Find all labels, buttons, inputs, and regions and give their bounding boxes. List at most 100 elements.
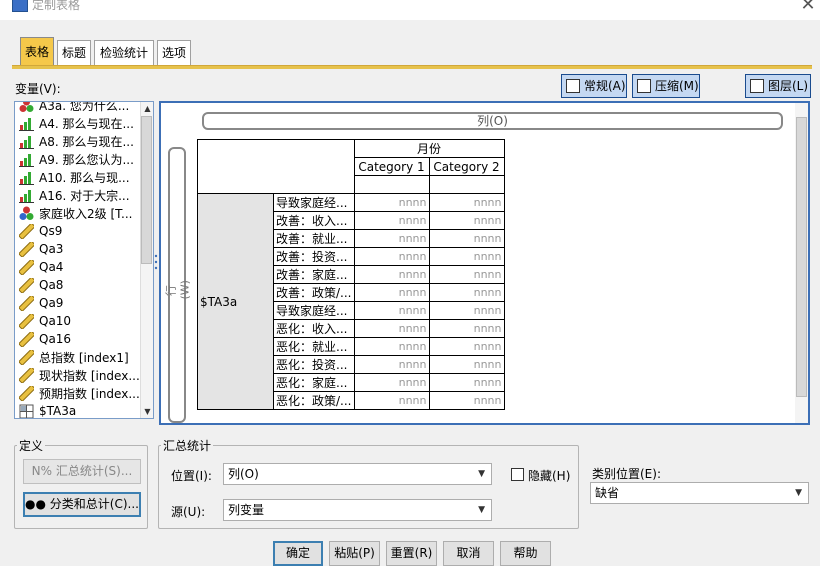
table-row: $TA3a 导致家庭经... nnnn nnnn: [197, 193, 505, 410]
data-cell: nnnn: [353, 301, 430, 320]
blank-cell: [353, 175, 430, 194]
close-button[interactable]: ✕: [798, 0, 818, 15]
source-label: 源(U):: [171, 505, 206, 519]
variable-item[interactable]: 现状指数 [index...: [18, 365, 140, 384]
tab-test-statistics[interactable]: 检验统计: [94, 40, 154, 66]
scroll-down-icon[interactable]: ▼: [142, 406, 153, 417]
categories-totals-button[interactable]: ●● 分类和总计(C)...: [23, 492, 141, 517]
variable-label: Qa16: [39, 332, 72, 346]
scale-ruler-icon: [18, 221, 36, 240]
compact-view-button[interactable]: 压缩(M): [632, 74, 700, 98]
variable-item[interactable]: A8. 那么与现在...: [19, 132, 134, 150]
scale-ruler-icon: [18, 311, 36, 330]
summary-statistics-button[interactable]: N% 汇总统计(S)...: [23, 459, 141, 484]
variable-label: A8. 那么与现在...: [39, 134, 134, 149]
variable-item[interactable]: A3a. 您为什么...: [19, 101, 130, 114]
position-select[interactable]: 列(O) ▼: [223, 463, 492, 485]
variable-item[interactable]: Qa8: [18, 275, 63, 294]
variable-item[interactable]: A16. 对于大宗...: [19, 186, 130, 204]
row-label-cell: 恶化：投资...: [273, 355, 355, 374]
paste-button[interactable]: 粘贴(P): [329, 541, 380, 566]
preview-table: 月份 Category 1 Category 2 $TA3a 导致家庭经... nn…: [197, 139, 505, 410]
summary-statistics-label: 汇总统计(S)...: [55, 464, 133, 478]
canvas-scroll-thumb[interactable]: [796, 117, 807, 397]
ordinal-bar-icon: [19, 134, 34, 149]
tab-underline: [12, 65, 812, 69]
ok-button[interactable]: 确定: [273, 541, 323, 566]
ordinal-bar-icon: [19, 152, 34, 167]
row-label-cell: 改善：政策/...: [273, 283, 355, 302]
row-label-cell: 导致家庭经...: [273, 193, 355, 212]
data-cell: nnnn: [353, 193, 430, 212]
scale-ruler-icon: [18, 329, 36, 348]
nominal-circles-icon: [19, 102, 34, 113]
source-select[interactable]: 列变量 ▼: [223, 499, 492, 521]
variable-item[interactable]: A4. 那么与现在...: [19, 114, 134, 132]
tab-table[interactable]: 表格: [20, 37, 54, 66]
hide-checkbox[interactable]: [511, 468, 524, 481]
scroll-up-icon[interactable]: ▲: [142, 103, 153, 114]
variable-item[interactable]: Qa3: [18, 239, 64, 258]
tab-options[interactable]: 选项: [157, 40, 191, 66]
category-position-value: 缺省: [595, 486, 620, 500]
grid-icon: [566, 79, 580, 93]
data-cell: nnnn: [428, 337, 505, 356]
variable-item[interactable]: Qs9: [18, 221, 63, 240]
chevron-down-icon: ▼: [795, 488, 802, 498]
title-bar: [0, 0, 820, 20]
variables-scroll-thumb[interactable]: [141, 116, 152, 264]
scale-ruler-icon: [18, 365, 36, 384]
variable-item[interactable]: Qa4: [18, 257, 63, 276]
help-button[interactable]: 帮助: [500, 541, 551, 566]
category-header: Category 2: [428, 157, 505, 176]
chevron-down-icon: ▼: [478, 469, 485, 479]
variable-label: Qa3: [39, 242, 64, 256]
app-icon: [12, 0, 28, 12]
data-cell: nnnn: [428, 193, 505, 212]
data-cell: nnnn: [428, 319, 505, 338]
variable-item[interactable]: 总指数 [index1]: [18, 347, 129, 366]
category-position-select[interactable]: 缺省 ▼: [590, 482, 809, 504]
data-cell: nnnn: [428, 391, 505, 410]
variables-list[interactable]: A3a. 您为什么... A4. 那么与现在... A8. 那么与现在... A9. …: [14, 101, 154, 419]
tab-titles[interactable]: 标题: [57, 40, 91, 66]
variable-label: A3a. 您为什么...: [39, 101, 130, 113]
ordinal-bar-icon: [19, 116, 34, 131]
variable-item[interactable]: 家庭收入2级 [T...: [19, 204, 132, 222]
variable-item[interactable]: A9. 那么您认为...: [19, 150, 134, 168]
compact-icon: [637, 79, 651, 93]
variable-label: $TA3a: [39, 404, 77, 418]
variable-label: Qs9: [39, 224, 63, 238]
layers-label: 图层(L): [768, 79, 809, 93]
row-label-cell: 恶化：家庭...: [273, 373, 355, 392]
data-cell: nnnn: [428, 265, 505, 284]
variable-item[interactable]: Qa10: [18, 311, 71, 330]
variable-item[interactable]: A10. 那么与现...: [19, 168, 130, 186]
variable-label: A9. 那么您认为...: [39, 152, 134, 167]
variables-scrollbar[interactable]: ▲ ▼: [140, 102, 153, 418]
scale-ruler-icon: [18, 383, 36, 402]
variable-item[interactable]: Qa9: [18, 293, 64, 312]
ordinal-bar-icon: [19, 170, 34, 185]
scale-ruler-icon: [18, 257, 36, 276]
multiple-response-set-icon: [19, 404, 34, 418]
row-label-cell: 恶化：就业...: [273, 337, 355, 356]
column-drop-zone[interactable]: 列(O): [202, 112, 783, 130]
splitter-handle[interactable]: [154, 250, 158, 274]
variable-label: 预期指数 [index...: [39, 386, 140, 401]
variable-label: A10. 那么与现...: [39, 170, 130, 185]
data-cell: nnnn: [353, 211, 430, 230]
variable-item[interactable]: $TA3a: [19, 402, 77, 418]
blank-cell: [428, 175, 505, 194]
variable-label: Qa9: [39, 296, 64, 310]
variable-label: 总指数 [index1]: [39, 350, 129, 365]
layers-icon: [750, 79, 764, 93]
data-cell: nnnn: [428, 301, 505, 320]
normal-view-button[interactable]: 常规(A): [561, 74, 627, 98]
variable-item[interactable]: Qa16: [18, 329, 72, 348]
reset-button[interactable]: 重置(R): [386, 541, 437, 566]
data-cell: nnnn: [428, 247, 505, 266]
layers-button[interactable]: 图层(L): [745, 74, 811, 98]
cancel-button[interactable]: 取消: [443, 541, 494, 566]
variable-item[interactable]: 预期指数 [index...: [18, 383, 140, 402]
